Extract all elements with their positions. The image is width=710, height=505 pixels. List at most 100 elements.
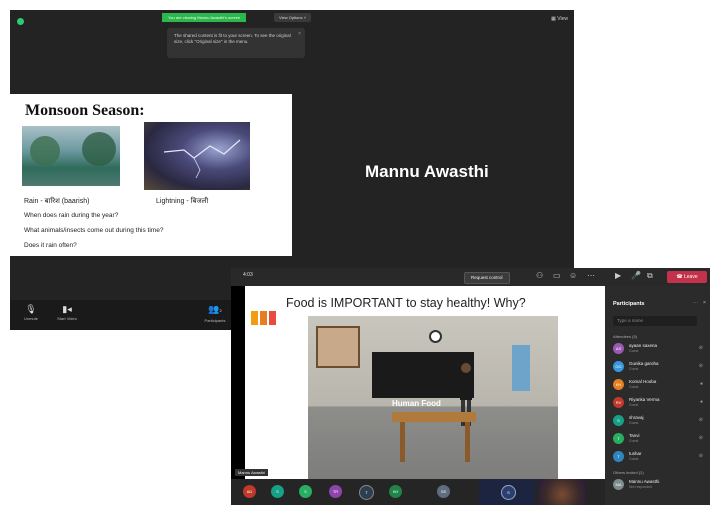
- avatar: GG: [613, 361, 624, 372]
- view-options-button[interactable]: View Options ˅: [274, 13, 311, 22]
- participants-icon: 👥2: [208, 304, 222, 314]
- participant-avatar[interactable]: SS: [437, 485, 450, 498]
- reactions-icon[interactable]: ☺: [569, 271, 577, 280]
- screen-edge: [231, 286, 245, 479]
- share-screen-icon[interactable]: ⧉: [647, 271, 653, 281]
- avatar: AS: [613, 343, 624, 354]
- desk-leg: [465, 422, 470, 462]
- participant-name: tushar: [629, 451, 642, 456]
- camera-icon[interactable]: ▶: [615, 271, 621, 280]
- video-off-icon: ▮◂: [62, 304, 72, 314]
- wall-map: [512, 345, 530, 391]
- participant-row[interactable]: AS ayaan saxena Guest ⊘: [613, 342, 705, 356]
- participant-name: Mannu Awasthi: [629, 479, 660, 484]
- shared-slide: Monsoon Season: Rain - बारिश (baarish) L…: [10, 94, 292, 256]
- participant-role: Guest: [629, 421, 639, 425]
- participant-name: ayaan saxena: [629, 343, 658, 348]
- tree-shape: [30, 136, 60, 166]
- unmute-label: Unmute: [23, 316, 38, 321]
- slide-question: When does rain during the year?: [24, 212, 119, 219]
- connection-status-icon: [17, 18, 24, 25]
- participant-avatar[interactable]: S: [299, 485, 312, 498]
- slide-title: Monsoon Season:: [25, 102, 145, 119]
- participant-role: Guest: [629, 439, 639, 443]
- more-options-icon[interactable]: ⋯: [587, 271, 595, 280]
- rain-image: [22, 126, 120, 186]
- tooltip-text: The shared content is fit to your screen…: [174, 33, 291, 44]
- participant-row[interactable]: MA Mannu Awasthi Not responded: [613, 478, 705, 492]
- participant-name: Gunika garoha: [629, 361, 659, 366]
- desk-leg: [400, 422, 405, 462]
- deco-square: [251, 311, 258, 325]
- participant-avatar[interactable]: KH: [389, 485, 402, 498]
- unmute-button[interactable]: 🎙 Unmute: [16, 304, 46, 321]
- meeting-timer: 4:03: [243, 272, 253, 278]
- mic-muted-icon: ⊘: [698, 417, 703, 423]
- participant-row[interactable]: RV Riyanka Verma Guest ●: [613, 396, 705, 410]
- participant-role: Guest: [629, 403, 639, 407]
- avatar: T: [613, 451, 624, 462]
- clock-icon: [429, 330, 442, 343]
- participant-avatar[interactable]: T: [359, 485, 374, 500]
- teams-window: 4:03 Request control ⚇ ▭ ☺ ⋯ ▶ 🎤 ⧉ ☎ Lea…: [231, 268, 710, 505]
- tree-shape: [82, 132, 116, 166]
- participant-strip: AD S S TR T KH SS S: [231, 479, 605, 505]
- participant-count: 2: [219, 308, 222, 313]
- close-icon[interactable]: ×: [703, 300, 706, 306]
- mic-icon: ●: [699, 399, 703, 405]
- participant-avatar[interactable]: AD: [243, 485, 256, 498]
- video-tile[interactable]: S: [479, 479, 535, 505]
- participant-role: Guest: [629, 457, 639, 461]
- microphone-icon[interactable]: 🎤: [631, 271, 641, 280]
- board-text: Human Food: [392, 399, 441, 408]
- participant-name: Riyanka Verma: [629, 397, 660, 402]
- classroom-scene: [308, 316, 558, 479]
- people-icon[interactable]: ⚇: [536, 271, 543, 280]
- participant-search-input[interactable]: Type a name: [613, 316, 697, 326]
- avatar: KH: [613, 379, 624, 390]
- participant-row[interactable]: GG Gunika garoha Guest ⊘: [613, 360, 705, 374]
- panel-title: Participants: [613, 301, 645, 307]
- leave-label: Leave: [684, 274, 698, 280]
- lightning-image: [144, 122, 250, 190]
- view-button-label: View: [557, 16, 568, 22]
- participant-row[interactable]: T tushar Guest ⊘: [613, 450, 705, 464]
- avatar: S: [613, 415, 624, 426]
- meeting-top-bar: 4:03 Request control ⚇ ▭ ☺ ⋯ ▶ 🎤 ⧉ ☎ Lea…: [231, 268, 710, 286]
- avatar: MA: [613, 479, 624, 490]
- participant-row[interactable]: KH Komal Hooba Guest ●: [613, 378, 705, 392]
- avatar: RV: [613, 397, 624, 408]
- avatar: T: [613, 433, 624, 444]
- attendees-section-label[interactable]: Attendees (5): [613, 334, 637, 339]
- start-video-label: Start Video: [57, 316, 77, 321]
- participant-role: Guest: [629, 349, 639, 353]
- participant-avatar[interactable]: TR: [329, 485, 342, 498]
- participants-panel: Participants ⋯ × Type a name Attendees (…: [605, 286, 710, 505]
- participant-row[interactable]: T Tanvi Guest ⊘: [613, 432, 705, 446]
- participant-row[interactable]: S shravaj Guest ⊘: [613, 414, 705, 428]
- mic-icon: ●: [699, 381, 703, 387]
- view-button[interactable]: ▦ View: [551, 16, 568, 22]
- mic-muted-icon: ⊘: [698, 363, 703, 369]
- deco-square: [260, 311, 267, 325]
- participant-avatar[interactable]: S: [271, 485, 284, 498]
- participant-video[interactable]: [539, 479, 585, 505]
- participant-avatar: S: [501, 485, 516, 500]
- fit-tooltip: The shared content is fit to your screen…: [167, 28, 305, 58]
- mic-muted-icon: ⊘: [698, 453, 703, 459]
- close-icon[interactable]: ×: [298, 31, 301, 37]
- shared-screen: Food is IMPORTANT to stay healthy! Why? …: [231, 286, 605, 479]
- more-options-icon[interactable]: ⋯: [693, 300, 698, 306]
- chat-icon[interactable]: ▭: [553, 271, 561, 280]
- microphone-muted-icon: 🎙: [25, 304, 37, 314]
- start-video-button[interactable]: ▮◂ Start Video: [52, 304, 82, 321]
- leave-button[interactable]: ☎ Leave: [667, 271, 707, 283]
- others-section-label[interactable]: Others invited (2): [613, 470, 644, 475]
- request-control-button[interactable]: Request control: [464, 272, 510, 284]
- deco-square: [269, 311, 276, 325]
- participants-label: Participants: [204, 318, 226, 323]
- lightning-bolt-icon: [163, 139, 241, 179]
- viewing-banner: You are viewing Mannu Awasthi's screen: [162, 13, 247, 22]
- desk: [392, 412, 476, 422]
- participants-button[interactable]: 👥2 Participants: [200, 304, 230, 323]
